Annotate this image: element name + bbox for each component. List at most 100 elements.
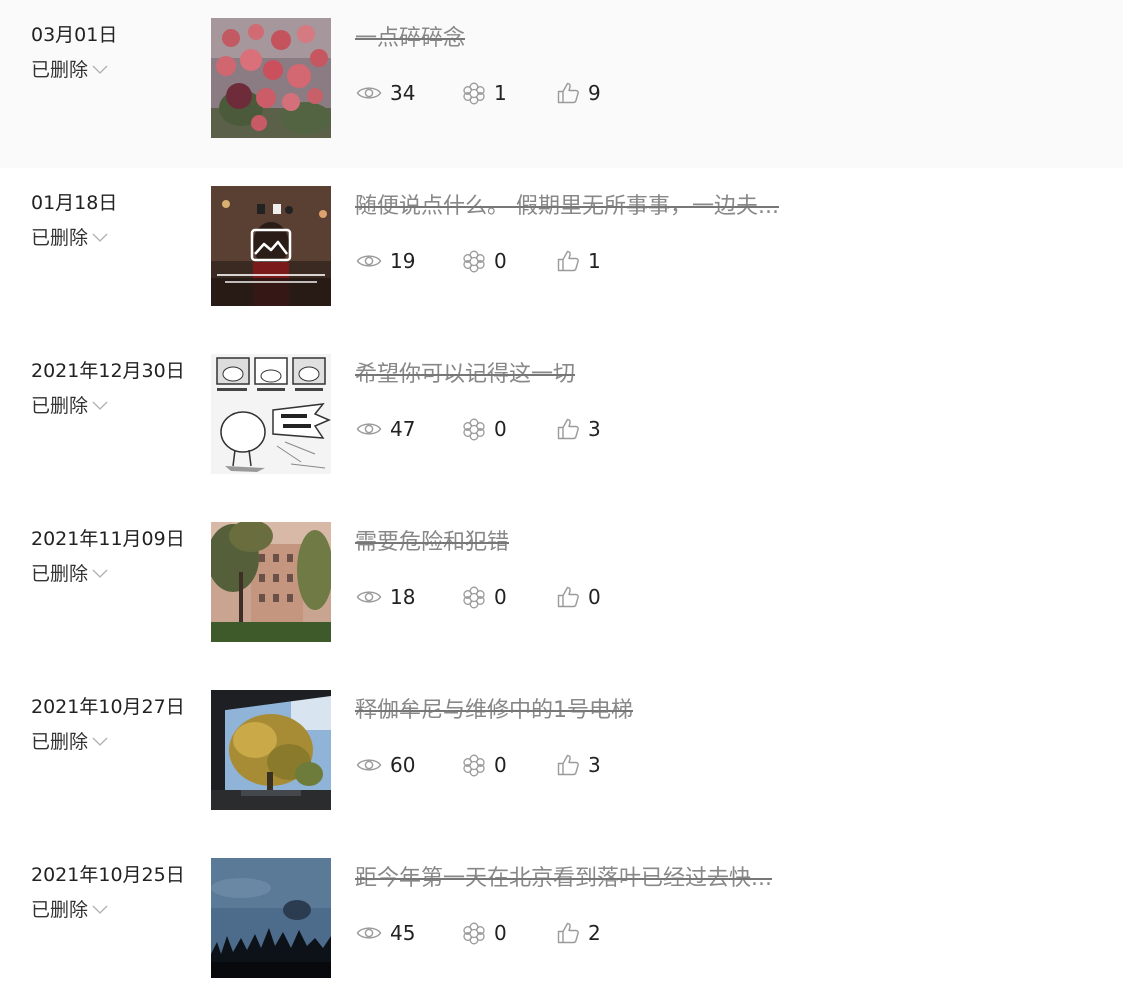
likes-stat[interactable]: 0 xyxy=(556,585,636,609)
likes-count: 3 xyxy=(588,417,601,441)
likes-stat[interactable]: 1 xyxy=(556,249,636,273)
status-dropdown[interactable]: 已删除 xyxy=(31,561,108,587)
comment-icon xyxy=(463,586,485,609)
list-item: 2021年10月27日 已删除 释伽牟尼与维修中的1号电梯 60 0 3 xyxy=(0,672,1123,840)
comments-stat: 0 xyxy=(462,417,556,441)
comment-icon xyxy=(463,250,485,273)
chevron-down-icon xyxy=(92,905,108,914)
eye-icon xyxy=(356,759,382,771)
comments-stat: 1 xyxy=(462,81,556,105)
post-stats: 60 0 3 xyxy=(356,750,636,780)
comments-count: 0 xyxy=(494,921,507,945)
post-date: 03月01日 xyxy=(31,24,118,46)
post-title[interactable]: 希望你可以记得这一切 xyxy=(355,360,575,390)
likes-stat[interactable]: 9 xyxy=(556,81,636,105)
likes-count: 1 xyxy=(588,249,601,273)
list-item: 2021年12月30日 已删除 希望你可以记得这一切 47 0 3 xyxy=(0,336,1123,504)
post-title[interactable]: 距今年第一天在北京看到落叶已经过去快... xyxy=(355,864,772,894)
likes-stat[interactable]: 2 xyxy=(556,921,636,945)
views-stat: 47 xyxy=(356,417,462,441)
likes-stat[interactable]: 3 xyxy=(556,753,636,777)
eye-icon xyxy=(356,87,382,99)
thumbs-up-icon xyxy=(557,586,579,608)
status-dropdown[interactable]: 已删除 xyxy=(31,897,108,923)
likes-count: 2 xyxy=(588,921,601,945)
thumbs-up-icon xyxy=(557,922,579,944)
comments-stat: 0 xyxy=(462,585,556,609)
sky-image xyxy=(211,858,331,978)
post-thumbnail[interactable] xyxy=(211,18,331,138)
post-date: 2021年10月27日 xyxy=(31,696,185,718)
likes-count: 0 xyxy=(588,585,601,609)
post-date: 01月18日 xyxy=(31,192,118,214)
views-stat: 60 xyxy=(356,753,462,777)
comments-stat: 0 xyxy=(462,753,556,777)
video-still-image xyxy=(211,186,331,306)
status-label: 已删除 xyxy=(31,731,89,753)
views-stat: 34 xyxy=(356,81,462,105)
likes-count: 3 xyxy=(588,753,601,777)
post-stats: 19 0 1 xyxy=(356,246,636,276)
list-item: 01月18日 已删除 随便说点什么。 假期里无所事事，一边夫... 19 0 1 xyxy=(0,168,1123,336)
building-image xyxy=(211,522,331,642)
post-title[interactable]: 释伽牟尼与维修中的1号电梯 xyxy=(355,696,633,726)
post-date: 2021年12月30日 xyxy=(31,360,185,382)
post-date: 2021年10月25日 xyxy=(31,864,185,886)
status-label: 已删除 xyxy=(31,563,89,585)
post-list: 03月01日 已删除 一点碎碎念 34 1 9 01月18日 已删除 随便说点什… xyxy=(0,0,1123,999)
status-dropdown[interactable]: 已删除 xyxy=(31,393,108,419)
thumbs-up-icon xyxy=(557,754,579,776)
comments-count: 0 xyxy=(494,249,507,273)
post-thumbnail[interactable] xyxy=(211,522,331,642)
tree-image xyxy=(211,690,331,810)
eye-icon xyxy=(356,255,382,267)
status-label: 已删除 xyxy=(31,227,89,249)
comments-count: 0 xyxy=(494,417,507,441)
views-stat: 45 xyxy=(356,921,462,945)
status-dropdown[interactable]: 已删除 xyxy=(31,57,108,83)
thumbs-up-icon xyxy=(557,250,579,272)
views-count: 18 xyxy=(390,585,416,609)
status-label: 已删除 xyxy=(31,59,89,81)
eye-icon xyxy=(356,927,382,939)
post-stats: 18 0 0 xyxy=(356,582,636,612)
views-count: 19 xyxy=(390,249,416,273)
eye-icon xyxy=(356,423,382,435)
post-stats: 34 1 9 xyxy=(356,78,636,108)
comment-icon xyxy=(463,418,485,441)
chevron-down-icon xyxy=(92,233,108,242)
comment-icon xyxy=(463,754,485,777)
thumbs-up-icon xyxy=(557,82,579,104)
post-thumbnail[interactable] xyxy=(211,858,331,978)
views-stat: 19 xyxy=(356,249,462,273)
post-thumbnail[interactable] xyxy=(211,690,331,810)
likes-stat[interactable]: 3 xyxy=(556,417,636,441)
comment-icon xyxy=(463,922,485,945)
eye-icon xyxy=(356,591,382,603)
post-title[interactable]: 一点碎碎念 xyxy=(355,24,465,54)
post-thumbnail[interactable] xyxy=(211,354,331,474)
list-item: 03月01日 已删除 一点碎碎念 34 1 9 xyxy=(0,0,1123,168)
post-title[interactable]: 随便说点什么。 假期里无所事事，一边夫... xyxy=(355,192,779,222)
list-item: 2021年11月09日 已删除 需要危险和犯错 18 0 0 xyxy=(0,504,1123,672)
list-item: 2021年10月25日 已删除 距今年第一天在北京看到落叶已经过去快... 45 xyxy=(0,840,1123,999)
likes-count: 9 xyxy=(588,81,601,105)
post-title[interactable]: 需要危险和犯错 xyxy=(355,528,509,558)
views-count: 47 xyxy=(390,417,416,441)
comments-count: 0 xyxy=(494,753,507,777)
views-stat: 18 xyxy=(356,585,462,609)
post-thumbnail[interactable] xyxy=(211,186,331,306)
status-label: 已删除 xyxy=(31,395,89,417)
chevron-down-icon xyxy=(92,737,108,746)
status-label: 已删除 xyxy=(31,899,89,921)
comments-count: 0 xyxy=(494,585,507,609)
comments-stat: 0 xyxy=(462,921,556,945)
post-date: 2021年11月09日 xyxy=(31,528,185,550)
chevron-down-icon xyxy=(92,569,108,578)
post-stats: 47 0 3 xyxy=(356,414,636,444)
status-dropdown[interactable]: 已删除 xyxy=(31,225,108,251)
status-dropdown[interactable]: 已删除 xyxy=(31,729,108,755)
views-count: 60 xyxy=(390,753,416,777)
roses-image xyxy=(211,18,331,138)
comments-count: 1 xyxy=(494,81,507,105)
